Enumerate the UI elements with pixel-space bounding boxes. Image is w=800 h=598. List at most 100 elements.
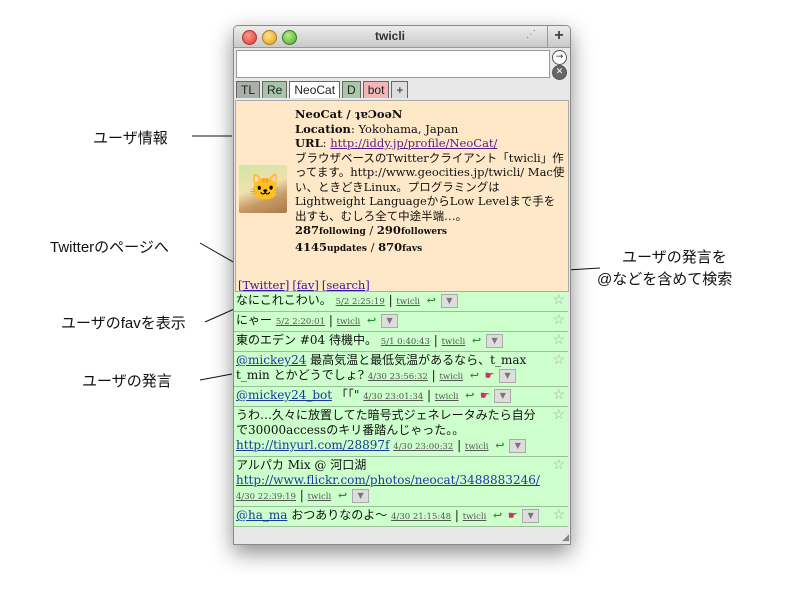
profile-links: [Twitter] [fav] [search] [238,278,373,292]
tweet-time[interactable]: 4/30 23:56:32 [368,372,428,382]
tweet-text: 東のエデン #04 待機中。 [236,333,377,347]
tweet-row[interactable]: @mickey24 最高気温と最低気温があるなら、t_max t_min とかど… [234,352,568,387]
user-profile-panel: 🐱 NeoCat / ʇɐƆoəN Location: Yokohama, Ja… [235,100,569,292]
reply-arrow-icon[interactable]: ↩ [424,294,439,307]
tweet-text: おつありなのよ〜 [287,508,388,522]
dropdown-triangle-icon[interactable]: ▼ [381,313,399,328]
reply-arrow-icon[interactable]: ↩ [364,314,379,327]
following-count: 287 [295,223,320,237]
star-icon[interactable]: ☆ [552,293,565,308]
resize-grip-icon[interactable]: ◢ [562,533,569,543]
tweet-text: うわ…久々に放置してた暗号式ジェネレータみたら自分で30000accessのキリ… [236,408,536,437]
pointing-hand-icon[interactable]: ☛ [505,509,520,522]
tweet-row[interactable]: アルパカ Mix @ 河口湖 http://www.flickr.com/pho… [234,457,568,507]
favs-label: favs [402,243,423,254]
profile-location: Yokohama, Japan [358,121,459,136]
tab-d[interactable]: D [342,81,361,98]
dropdown-triangle-icon[interactable]: ▼ [522,508,540,523]
tweet-row[interactable]: にゃー 5/2 2:20:01 | twicli ↩ ▼ ☆ [234,312,568,332]
tab-neocat[interactable]: NeoCat [289,81,341,98]
tweet-text: にゃー [236,313,273,327]
kitten-avatar-icon: 🐱 [249,173,282,203]
url-label: URL [295,136,323,150]
dropdown-triangle-icon[interactable]: ▼ [498,368,516,383]
window-title: twicli [374,29,405,43]
tweet-source[interactable]: twicli [396,297,420,307]
annotation-twitter-page: Twitterのページへ [50,239,169,256]
tweet-text: 「「" [332,388,360,402]
tweet-source[interactable]: twicli [465,442,489,452]
title-bar: twicli ⋰ + [234,26,570,48]
tweet-source[interactable]: twicli [440,372,464,382]
post-arrow-icon[interactable]: → [552,50,567,65]
search-link[interactable]: [search] [322,278,370,292]
tweet-time[interactable]: 5/2 2:20:01 [276,317,325,327]
tweet-user-link[interactable]: @mickey24 [236,353,306,367]
updates-count: 4145 [295,239,328,254]
reply-arrow-icon[interactable]: ↩ [335,489,350,502]
reply-arrow-icon[interactable]: ↩ [467,369,482,382]
tweet-source[interactable]: twicli [442,337,466,347]
dropdown-triangle-icon[interactable]: ▼ [494,388,512,403]
star-icon[interactable]: ☆ [552,508,565,523]
tab-re[interactable]: Re [262,81,288,98]
pointing-hand-icon[interactable]: ☛ [482,369,497,382]
tweet-url-link[interactable]: http://www.flickr.com/photos/neocat/3488… [236,473,540,487]
reply-arrow-icon[interactable]: ↩ [469,334,484,347]
tweet-time[interactable]: 5/1 0:40:43 [381,337,430,347]
pointing-hand-icon[interactable]: ☛ [477,389,492,402]
tweet-source[interactable]: twicli [435,392,459,402]
tweet-source[interactable]: twicli [337,317,361,327]
star-icon[interactable]: ☆ [552,313,565,328]
star-icon[interactable]: ☆ [552,388,565,403]
reply-arrow-icon[interactable]: ↩ [462,389,477,402]
star-icon[interactable]: ☆ [552,333,565,348]
tab-tl[interactable]: TL [236,81,261,98]
star-icon[interactable]: ☆ [552,458,565,473]
dropdown-triangle-icon[interactable]: ▼ [440,293,458,308]
avatar: 🐱 [239,165,287,213]
tweet-text: なにこれこわい。 [236,293,332,307]
tweet-row[interactable]: なにこれこわい。 5/2 2:25:19 | twicli ↩ ▼ ☆ [234,292,568,312]
twitter-page-link[interactable]: [Twitter] [238,278,289,292]
location-label: Location [295,121,351,136]
tweet-source[interactable]: twicli [463,512,487,522]
tweet-list: なにこれこわい。 5/2 2:25:19 | twicli ↩ ▼ ☆ にゃー 5/2… [234,292,568,527]
annotation-user-info: ユーザ情報 [93,130,168,147]
fav-link[interactable]: [fav] [292,278,319,292]
dropdown-triangle-icon[interactable]: ▼ [352,488,370,503]
tab-bar: TL Re NeoCat D bot + [236,81,409,99]
tweet-row[interactable]: @ha_ma おつありなのよ〜 4/30 21:15:48 | twicli ↩… [234,507,568,527]
clear-icon[interactable]: ✕ [552,65,567,80]
tweet-time[interactable]: 4/30 23:00:32 [393,442,453,452]
star-icon[interactable]: ☆ [552,408,565,423]
tweet-row[interactable]: うわ…久々に放置してた暗号式ジェネレータみたら自分で30000accessのキリ… [234,407,568,457]
tweet-time[interactable]: 4/30 21:15:48 [391,512,451,522]
tweet-user-link[interactable]: @mickey24_bot [236,388,332,402]
updates-label: updates [327,243,367,254]
tab-bot[interactable]: bot [362,81,390,98]
star-icon[interactable]: ☆ [552,353,565,368]
tweet-url-link[interactable]: http://tinyurl.com/28897f [236,438,389,452]
profile-name: NeoCat / ʇɐƆoəN [295,107,403,121]
profile-url-link[interactable]: http://iddy.jp/profile/NeoCat/ [330,136,497,150]
twicli-window: twicli ⋰ + → ✕ TL Re NeoCat D bot + 🐱 Ne… [233,25,571,545]
tweet-row[interactable]: @mickey24_bot 「「" 4/30 23:01:34 | twicli… [234,387,568,407]
dropdown-triangle-icon[interactable]: ▼ [509,438,527,453]
tweet-time[interactable]: 4/30 22:39:19 [236,492,296,502]
annotation-search-line1: ユーザの発言を [622,249,727,266]
annotation-show-fav: ユーザのfavを表示 [61,315,186,332]
tweet-source[interactable]: twicli [308,492,332,502]
resize-icon: ⋰ [526,29,536,40]
tweet-row[interactable]: 東のエデン #04 待機中。 5/1 0:40:43 | twicli ↩ ▼ ☆ [234,332,568,352]
followers-count: 290 [376,223,401,237]
dropdown-triangle-icon[interactable]: ▼ [486,333,504,348]
tweet-input[interactable] [236,50,550,78]
new-tab-button[interactable]: + [547,26,570,47]
tab-add[interactable]: + [391,81,409,98]
reply-arrow-icon[interactable]: ↩ [490,509,505,522]
tweet-user-link[interactable]: @ha_ma [236,508,287,522]
tweet-time[interactable]: 4/30 23:01:34 [363,392,423,402]
tweet-time[interactable]: 5/2 2:25:19 [336,297,385,307]
reply-arrow-icon[interactable]: ↩ [492,439,507,452]
